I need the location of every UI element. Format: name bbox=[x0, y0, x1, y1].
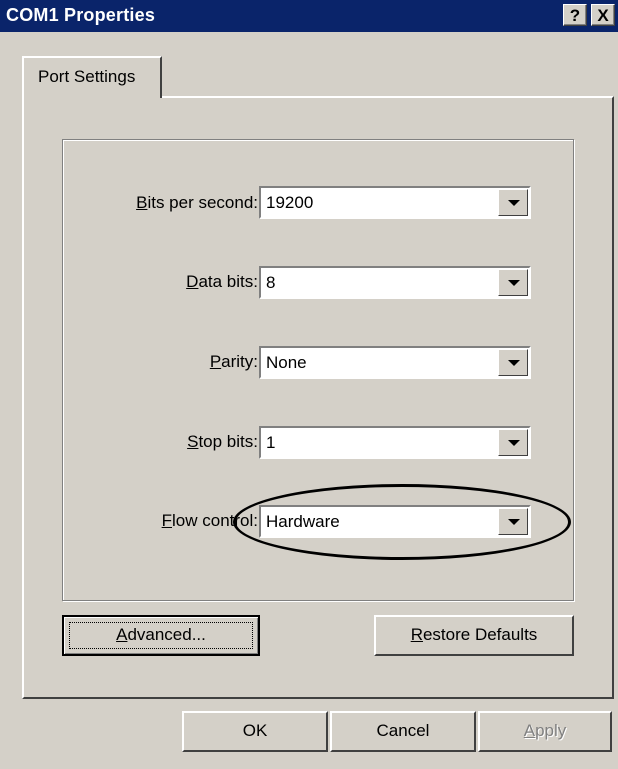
tab-label: Port Settings bbox=[38, 67, 136, 86]
apply-button[interactable]: Apply bbox=[478, 711, 612, 752]
title-bar: COM1 Properties ? X bbox=[0, 0, 618, 32]
close-button[interactable]: X bbox=[591, 4, 615, 26]
window-title: COM1 Properties bbox=[6, 5, 156, 25]
help-button[interactable]: ? bbox=[563, 4, 587, 26]
tab-panel bbox=[22, 96, 614, 699]
tab-port-settings[interactable]: Port Settings bbox=[22, 56, 162, 98]
cancel-button[interactable]: Cancel bbox=[330, 711, 476, 752]
ok-button[interactable]: OK bbox=[182, 711, 328, 752]
